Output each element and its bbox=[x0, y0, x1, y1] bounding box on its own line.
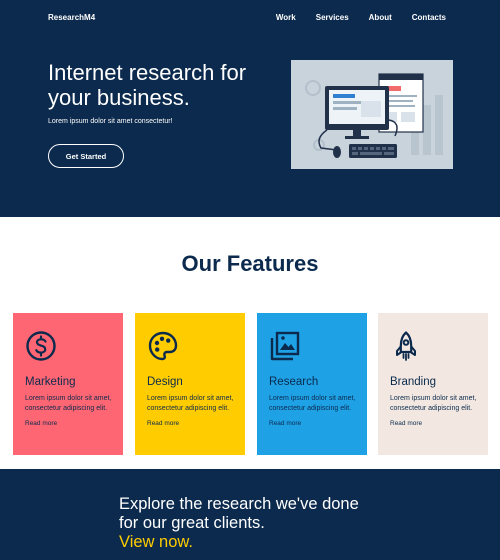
computer-illustration-icon bbox=[291, 60, 453, 169]
feature-card-title: Design bbox=[147, 376, 183, 388]
chart-image-icon bbox=[270, 331, 300, 361]
feature-card-title: Marketing bbox=[25, 376, 76, 388]
feature-card-text: Lorem ipsum dolor sit amet, consectetur … bbox=[390, 395, 477, 412]
nav-item-services[interactable]: Services bbox=[316, 13, 349, 22]
feature-card-branding: Branding Lorem ipsum dolor sit amet, con… bbox=[378, 313, 488, 455]
read-more-link[interactable]: Read more bbox=[25, 420, 111, 427]
feature-card-title: Branding bbox=[390, 376, 437, 388]
feature-card-design: Design Lorem ipsum dolor sit amet, conse… bbox=[135, 313, 245, 455]
cta-text-line-1: Explore the research we've done bbox=[119, 495, 359, 513]
read-more-link[interactable]: Read more bbox=[269, 420, 355, 427]
hero-title: Internet research for your business. bbox=[48, 60, 247, 110]
view-now-link[interactable]: View now. bbox=[119, 532, 193, 552]
brand-logo[interactable]: ResearchM4 bbox=[48, 13, 95, 22]
main-nav: Work Services About Contacts bbox=[276, 13, 446, 22]
hero-subtitle: Lorem ipsum dolor sit amet consectetur! bbox=[48, 118, 173, 125]
palette-icon bbox=[148, 331, 178, 361]
feature-card-text: Lorem ipsum dolor sit amet, consectetur … bbox=[269, 395, 356, 412]
nav-item-contacts[interactable]: Contacts bbox=[412, 13, 446, 22]
features-title: Our Features bbox=[181, 251, 319, 276]
nav-item-about[interactable]: About bbox=[369, 13, 392, 22]
hero-illustration bbox=[291, 60, 453, 169]
rocket-icon bbox=[396, 331, 416, 361]
feature-card-title: Research bbox=[269, 376, 319, 388]
feature-card-text: Lorem ipsum dolor sit amet, consectetur … bbox=[147, 395, 234, 412]
cta-text-line-2: for our great clients. bbox=[119, 514, 265, 532]
feature-card-text: Lorem ipsum dolor sit amet, consectetur … bbox=[25, 395, 112, 412]
read-more-link[interactable]: Read more bbox=[147, 420, 233, 427]
dollar-icon bbox=[26, 331, 56, 361]
feature-card-marketing: Marketing Lorem ipsum dolor sit amet, co… bbox=[13, 313, 123, 455]
get-started-button[interactable]: Get Started bbox=[48, 144, 124, 168]
feature-card-research: Research Lorem ipsum dolor sit amet, con… bbox=[257, 313, 367, 455]
nav-item-work[interactable]: Work bbox=[276, 13, 296, 22]
read-more-link[interactable]: Read more bbox=[390, 420, 476, 427]
hero-section: ResearchM4 Work Services About Contacts … bbox=[0, 0, 500, 217]
